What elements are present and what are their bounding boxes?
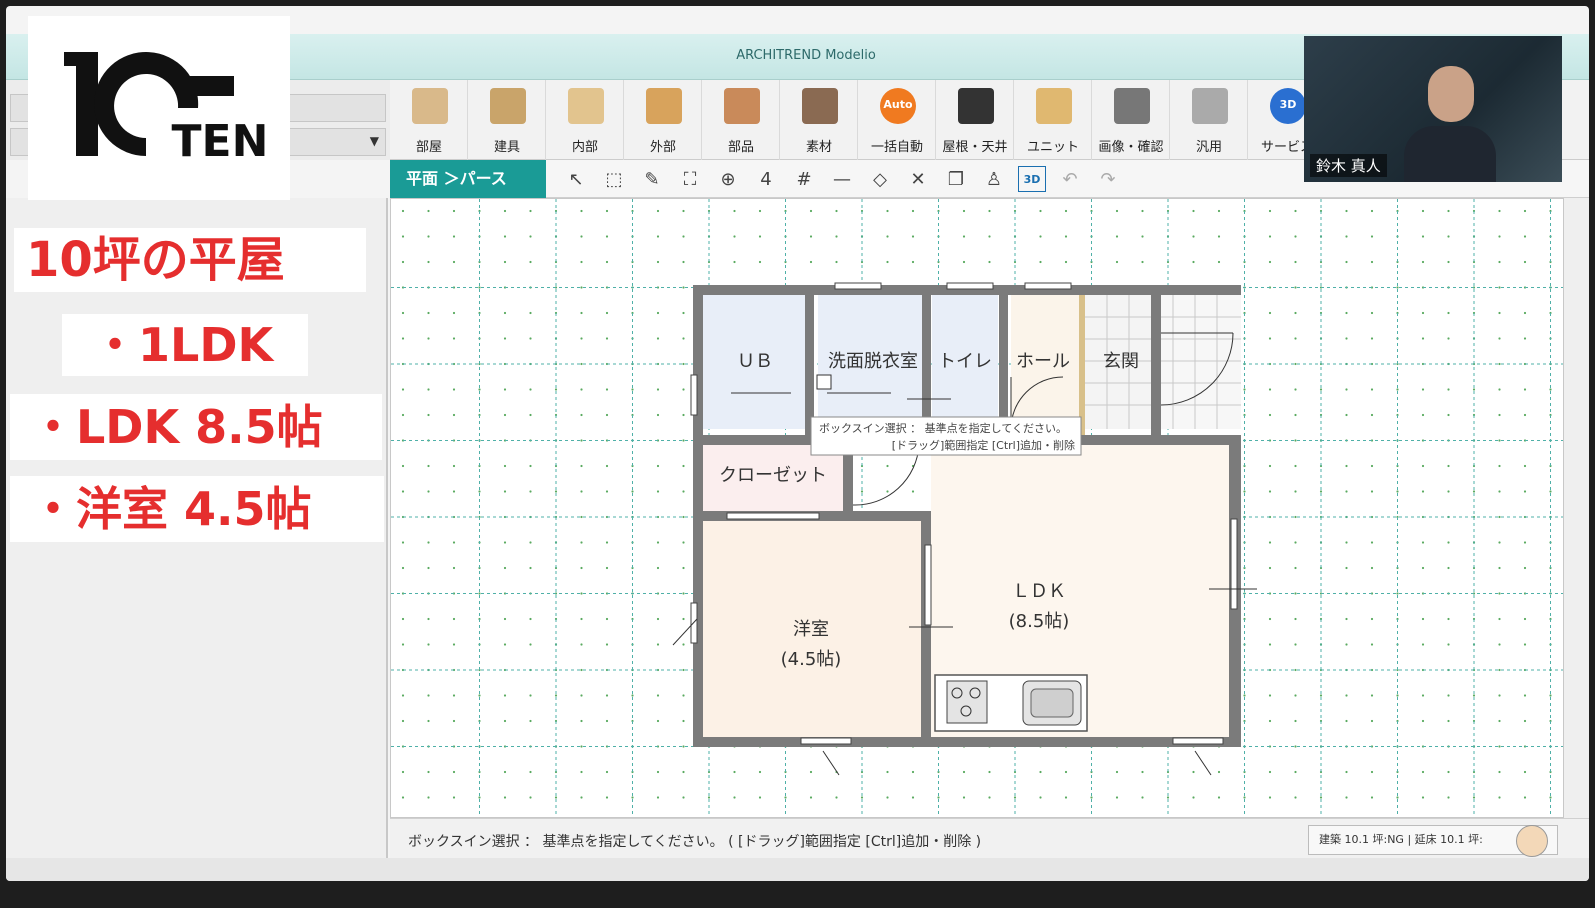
unit-icon [1036,88,1072,124]
room-area-western: (4.5帖) [781,649,842,670]
select-arrow-icon[interactable]: ↖ [562,166,590,192]
vertical-scrollbar[interactable] [1564,198,1589,818]
status-bar: ボックスイン選択 ： 基準点を指定してください。 ( [ドラッグ]範囲指定 [C… [390,818,1589,858]
tooltip-line1: ボックスイン選択 ： 基準点を指定してください。 [819,421,1067,435]
chevron-down-icon: ▼ [369,134,379,148]
grid-step-icon[interactable]: 4 [752,166,780,192]
toolbar-label: 部品 [727,140,754,155]
redo-icon[interactable]: ↷ [1094,166,1122,192]
service-3d-icon: 3D [1270,88,1306,124]
room-label-hall: ホール [1016,351,1070,372]
toolbar-label: 素材 [805,140,832,155]
eyedropper-icon[interactable]: ✎ [638,166,666,192]
room-label-ub: ＵＢ [737,351,773,372]
zoom-in-icon[interactable]: ⊕ [714,166,742,192]
door-window-icon [490,88,526,124]
status-message: ボックスイン選択 ： 基準点を指定してください。 ( [ドラッグ]範囲指定 [C… [408,834,982,850]
materials-icon [802,88,838,124]
toolbar-label: 内部 [571,140,598,155]
toolbar-label: 建具 [493,140,520,155]
floorplan-svg[interactable]: ＵＢ 洗面脱衣室 トイレ ホール 玄関 クローゼット 洋室 (4.5帖) ＬＤＫ… [391,199,1564,818]
toolbar-button-3[interactable]: 内部 [546,80,624,160]
toolbar-button-9[interactable]: ユニット [1014,80,1092,160]
tab-plan-perspective[interactable]: 平面 ＞パース [390,160,546,198]
toolbar-button-6[interactable]: 素材 [780,80,858,160]
room-label-closet: クローゼット [719,465,827,486]
brand-logo: TEN [28,16,290,200]
fit-all-icon[interactable]: ⛶ [676,166,704,192]
line-icon[interactable]: — [828,166,856,192]
toolbar-button-10[interactable]: 画像・確認 [1092,80,1170,160]
logo-text: TEN [172,116,269,167]
icon-badge-text: 3D [1279,98,1297,111]
parts-icon [724,88,760,124]
view-3d-icon[interactable]: 3D [1018,166,1046,192]
room-label-washroom: 洗面脱衣室 [828,351,918,372]
tooltip: ボックスイン選択 ： 基準点を指定してください。 [ドラッグ]範囲指定 [Ctr… [810,416,1082,456]
webcam-feed: 鈴木 真人 [1304,36,1562,182]
grid-icon[interactable]: # [790,166,818,192]
bottom-strip [6,858,1589,881]
room-label-entrance: 玄関 [1103,351,1139,372]
toolbar-label: 屋根・天井 [942,140,1008,155]
toolbar-label: 汎用 [1195,140,1222,155]
toolbar-button-5[interactable]: 部品 [702,80,780,160]
overlay-ldk: ・LDK 8.5帖 [10,394,382,460]
interior-icon [568,88,604,124]
copy-icon[interactable]: ❐ [942,166,970,192]
app-window: ARCHITREND Modelio ▼ 部屋 建具 内部 外部 部品 素材 Auto 一括自… [6,6,1589,881]
app-title: ARCHITREND Modelio [736,48,876,63]
exterior-deck-icon [646,88,682,124]
logo-mark: TEN [64,52,269,167]
avatar [1516,825,1548,857]
toolbar-button-7[interactable]: Auto 一括自動 [858,80,936,160]
stove-icon [946,680,988,724]
toolbar-button-8[interactable]: 屋根・天井 [936,80,1014,160]
toolbar-label: 部屋 [415,140,442,155]
undo-icon[interactable]: ↶ [1056,166,1084,192]
toolbar-button-4[interactable]: 外部 [624,80,702,160]
general-icon [1192,88,1228,124]
toolbar-label: 画像・確認 [1098,140,1164,155]
toolbar-label: 一括自動 [870,140,923,155]
overlay-layout: ・1LDK [62,314,308,376]
auto-icon: Auto [880,88,916,124]
room-label-toilet: トイレ [938,351,992,372]
overlay-western: ・洋室 4.5帖 [10,476,384,542]
figure-icon[interactable]: ♙ [980,166,1008,192]
toolbar-label: 外部 [649,140,676,155]
box-select-icon[interactable]: ⬚ [600,166,628,192]
roof-icon [958,88,994,124]
toolbar-label: ユニット [1026,140,1079,155]
icon-badge-text: Auto [883,98,913,111]
tooltip-line2: [ドラッグ]範囲指定 [Ctrl]追加・削除 [892,438,1075,452]
presenter-name: 鈴木 真人 [1310,154,1387,177]
room-icon [412,88,448,124]
room-label-western: 洋室 [793,619,829,640]
room-label-ldk: ＬＤＫ [1012,581,1066,602]
webcam-person [1404,66,1496,182]
eraser-icon[interactable]: ◇ [866,166,894,192]
plan-canvas[interactable]: ＵＢ 洗面脱衣室 トイレ ホール 玄関 クローゼット 洋室 (4.5帖) ＬＤＫ… [390,198,1564,818]
toolbar-button-11[interactable]: 汎用 [1170,80,1248,160]
tools-icon[interactable]: ✕ [904,166,932,192]
toolbar-button-1[interactable]: 部屋 [390,80,468,160]
room-area-ldk: (8.5帖) [1009,611,1070,632]
box-select-cursor [816,374,832,390]
toolbar-button-2[interactable]: 建具 [468,80,546,160]
image-check-icon [1114,88,1150,124]
overlay-title: 10坪の平屋 [14,228,366,292]
